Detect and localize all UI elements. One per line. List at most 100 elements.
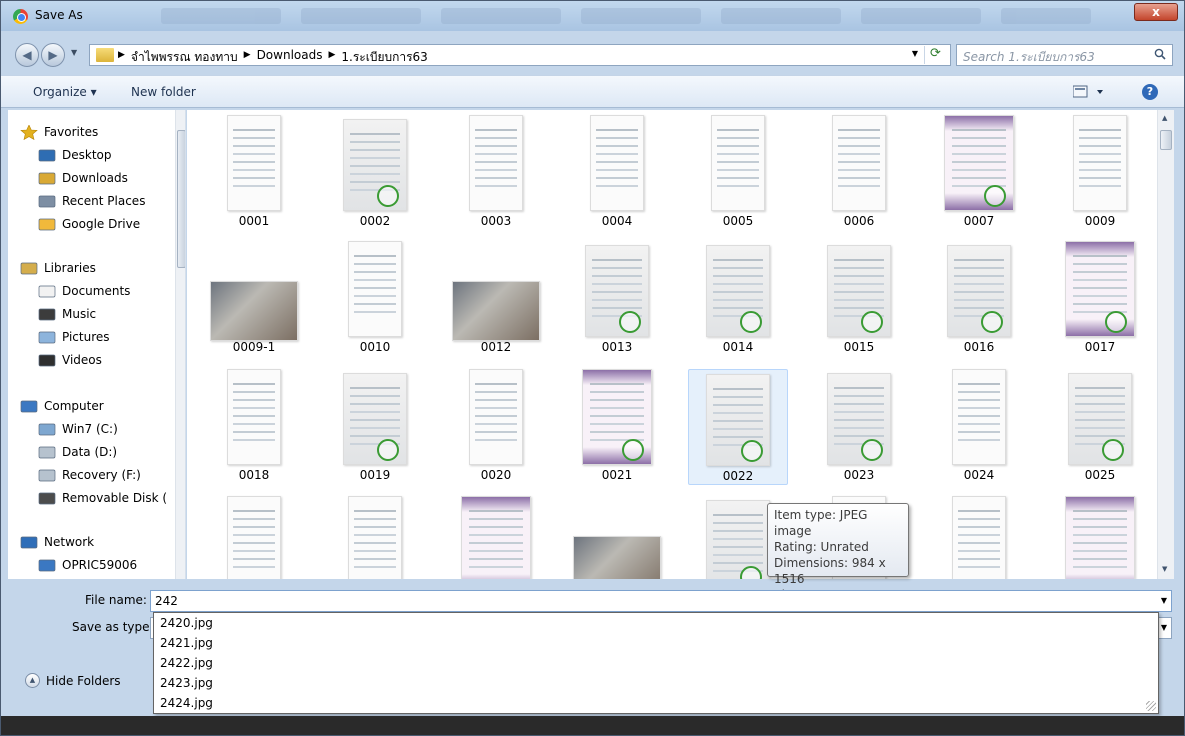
file-item[interactable]: 0007 bbox=[929, 115, 1029, 231]
title-bar: Save As x bbox=[1, 1, 1184, 31]
desktop-icon bbox=[38, 148, 56, 163]
resize-grip-icon[interactable] bbox=[1146, 701, 1156, 711]
file-item[interactable]: 0006 bbox=[809, 115, 909, 231]
recent-pages-dropdown[interactable]: ▼ bbox=[71, 48, 77, 57]
sidebar-item[interactable]: Computer bbox=[20, 396, 104, 416]
sidebar-item-label: Computer bbox=[44, 399, 104, 413]
file-item[interactable]: 0004 bbox=[567, 115, 667, 231]
file-item[interactable]: 0016 bbox=[929, 241, 1029, 357]
autocomplete-item[interactable]: 2424.jpg bbox=[154, 693, 1158, 713]
change-view-button[interactable] bbox=[1072, 84, 1113, 100]
sidebar-item-label: Google Drive bbox=[62, 217, 141, 231]
drive-icon bbox=[38, 445, 56, 460]
breadcrumb-separator-icon[interactable]: ▶ bbox=[328, 48, 335, 67]
navigation-pane-scrollbar[interactable] bbox=[175, 110, 185, 579]
back-button[interactable]: ◀ bbox=[15, 43, 39, 67]
sidebar-item[interactable]: OPRIC59006 bbox=[38, 555, 137, 575]
file-item[interactable] bbox=[1050, 496, 1150, 579]
file-item[interactable] bbox=[325, 496, 425, 579]
file-item[interactable]: 0001 bbox=[204, 115, 304, 231]
file-item[interactable]: 0022 bbox=[688, 369, 788, 485]
sidebar-item[interactable]: Videos bbox=[38, 350, 102, 370]
file-item[interactable] bbox=[929, 496, 1029, 579]
file-item[interactable]: 0005 bbox=[688, 115, 788, 231]
sidebar-item[interactable]: Pictures bbox=[38, 327, 110, 347]
file-item[interactable]: 0014 bbox=[688, 241, 788, 357]
file-item[interactable]: 0025 bbox=[1050, 369, 1150, 485]
autocomplete-item[interactable]: 2422.jpg bbox=[154, 653, 1158, 673]
file-item[interactable]: 0024 bbox=[929, 369, 1029, 485]
search-input[interactable]: Search 1.ระเบียบการ63 bbox=[956, 44, 1173, 66]
sync-status-icon bbox=[740, 311, 762, 333]
file-item[interactable] bbox=[567, 496, 667, 579]
organize-button[interactable]: Organize ▾ bbox=[33, 85, 97, 99]
file-name: 0009-1 bbox=[232, 340, 276, 354]
music-icon bbox=[38, 307, 56, 322]
documents-icon bbox=[38, 284, 56, 299]
sidebar-item[interactable]: Downloads bbox=[38, 168, 128, 188]
file-name: 0005 bbox=[722, 214, 754, 228]
file-thumbnail bbox=[227, 496, 281, 579]
file-thumbnail bbox=[590, 115, 644, 211]
sidebar-item[interactable]: Data (D:) bbox=[38, 442, 117, 462]
sidebar-item[interactable]: Libraries bbox=[20, 258, 96, 278]
file-item[interactable]: 0012 bbox=[446, 241, 546, 357]
autocomplete-item[interactable]: 2420.jpg bbox=[154, 613, 1158, 633]
address-bar[interactable]: ▶ จำไพพรรณ ทองทาบ ▶ Downloads ▶ 1.ระเบีย… bbox=[89, 44, 951, 66]
help-button[interactable]: ? bbox=[1142, 84, 1158, 100]
file-item[interactable] bbox=[204, 496, 304, 579]
sidebar-item[interactable]: Recent Places bbox=[38, 191, 145, 211]
background-tabs bbox=[161, 8, 1111, 24]
file-name-input[interactable]: 242 ▼ bbox=[150, 590, 1172, 612]
sidebar-item-label: Recent Places bbox=[62, 194, 146, 208]
sidebar-item[interactable]: Removable Disk ( bbox=[38, 488, 167, 508]
file-item[interactable]: 0015 bbox=[809, 241, 909, 357]
new-folder-button[interactable]: New folder bbox=[131, 85, 196, 99]
scroll-up-icon[interactable]: ▲ bbox=[1162, 114, 1167, 122]
removable-disk-icon bbox=[38, 491, 56, 506]
file-thumbnail bbox=[1065, 496, 1135, 579]
sidebar-item[interactable]: Google Drive bbox=[38, 214, 140, 234]
sidebar-item[interactable]: Favorites bbox=[20, 122, 98, 142]
file-name: 0006 bbox=[843, 214, 875, 228]
close-button[interactable]: x bbox=[1134, 3, 1178, 21]
file-name: 0013 bbox=[601, 340, 633, 354]
chevron-down-icon[interactable]: ▼ bbox=[1161, 591, 1167, 611]
sidebar-item[interactable]: Recovery (F:) bbox=[38, 465, 141, 485]
forward-button[interactable]: ▶ bbox=[41, 43, 65, 67]
file-item[interactable]: 0018 bbox=[204, 369, 304, 485]
file-item[interactable]: 0010 bbox=[325, 241, 425, 357]
file-item[interactable]: 0009 bbox=[1050, 115, 1150, 231]
refresh-icon[interactable]: ⟳ bbox=[924, 46, 946, 64]
file-item[interactable]: 0009-1 bbox=[204, 241, 304, 357]
sidebar-item[interactable]: Network bbox=[20, 532, 94, 552]
scrollbar-thumb[interactable] bbox=[177, 130, 185, 268]
sidebar-item[interactable]: Music bbox=[38, 304, 96, 324]
scrollbar-thumb[interactable] bbox=[1160, 130, 1172, 150]
sidebar-item[interactable]: Win7 (C:) bbox=[38, 419, 118, 439]
file-item[interactable]: 0021 bbox=[567, 369, 667, 485]
breadcrumb-item[interactable]: 1.ระเบียบการ63 bbox=[341, 48, 427, 67]
file-item[interactable]: 0020 bbox=[446, 369, 546, 485]
view-icon bbox=[1072, 85, 1103, 98]
file-item[interactable]: 0017 bbox=[1050, 241, 1150, 357]
file-item[interactable] bbox=[446, 496, 546, 579]
file-item[interactable]: 0003 bbox=[446, 115, 546, 231]
autocomplete-item[interactable]: 2423.jpg bbox=[154, 673, 1158, 693]
sync-status-icon bbox=[861, 439, 883, 461]
sidebar-item[interactable]: Desktop bbox=[38, 145, 112, 165]
sidebar-item-label: Downloads bbox=[62, 171, 128, 185]
breadcrumb-item[interactable]: จำไพพรรณ ทองทาบ bbox=[131, 48, 238, 67]
file-item[interactable]: 0013 bbox=[567, 241, 667, 357]
breadcrumb-separator-icon[interactable]: ▶ bbox=[244, 48, 251, 67]
file-item[interactable]: 0023 bbox=[809, 369, 909, 485]
autocomplete-item[interactable]: 2421.jpg bbox=[154, 633, 1158, 653]
hide-folders-button[interactable]: ▲ Hide Folders bbox=[25, 673, 121, 688]
file-item[interactable]: 0019 bbox=[325, 369, 425, 485]
breadcrumb-item[interactable]: Downloads bbox=[257, 48, 323, 67]
file-list-scrollbar[interactable]: ▲ ▼ bbox=[1157, 110, 1174, 579]
address-dropdown-icon[interactable]: ▼ bbox=[912, 49, 918, 58]
file-item[interactable]: 0002 bbox=[325, 115, 425, 231]
scroll-down-icon[interactable]: ▼ bbox=[1162, 565, 1167, 573]
sidebar-item[interactable]: Documents bbox=[38, 281, 130, 301]
